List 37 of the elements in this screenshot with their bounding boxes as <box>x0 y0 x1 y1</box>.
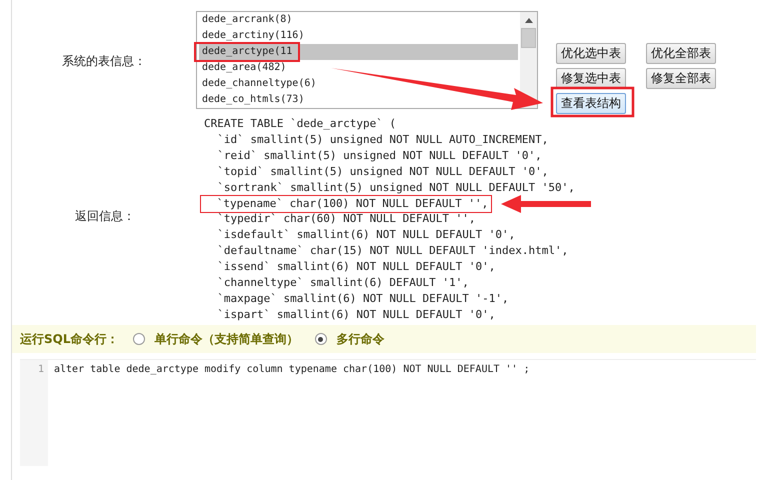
sql-line: `id` smallint(5) unsigned NOT NULL AUTO_INCREMENT, <box>216 134 548 146</box>
sql-line: `maxpage` smallint(6) NOT NULL DEFAULT '-1', <box>216 293 509 305</box>
sql-line: `defaultname` char(15) NOT NULL DEFAULT 'index.html', <box>216 245 568 257</box>
radio-button[interactable] <box>314 333 326 345</box>
sql-line: `topid` smallint(5) unsigned NOT NULL DEFAULT '0', <box>216 166 548 178</box>
sql-line: `typedir` char(60) NOT NULL DEFAULT '', <box>216 213 476 225</box>
table-list-item[interactable]: dede_channeltype(6) <box>199 76 316 92</box>
action-button[interactable]: 查看表结构 <box>556 93 626 114</box>
sql-editor[interactable]: 1 alter table dede_arctype modify column typename char(100) NOT NULL DEFAULT '' ; <box>20 359 756 466</box>
radio-button[interactable] <box>132 333 144 345</box>
radio-label[interactable]: 单行命令（支持简单查询） <box>154 330 298 348</box>
sql-line: `sortrank` smallint(5) unsigned NOT NULL DEFAULT '50', <box>216 182 575 194</box>
table-list-item[interactable]: dede_arctiny(116) <box>199 28 304 44</box>
table-list-item[interactable]: dede_arctype(11 <box>199 44 518 60</box>
table-list-item[interactable]: dede_co_htmls(73) <box>199 92 304 108</box>
sql-line: CREATE TABLE `dede_arctype` ( <box>204 118 396 130</box>
action-button[interactable]: 修复全部表 <box>646 68 716 89</box>
sql-line: `ispart` smallint(6) NOT NULL DEFAULT '0', <box>216 309 496 321</box>
scrollbar-thumb[interactable] <box>521 28 536 48</box>
line-number: 1 <box>36 364 44 374</box>
action-button[interactable]: 优化选中表 <box>556 43 626 64</box>
scroll-up-icon[interactable] <box>524 18 532 23</box>
table-list-item[interactable]: dede_arcrank(8) <box>199 12 292 28</box>
sql-line: `typename` char(100) NOT NULL DEFAULT '', <box>216 198 488 210</box>
table-list-item[interactable]: dede_area(482) <box>199 60 286 76</box>
sql-line: `isdefault` smallint(6) NOT NULL DEFAULT '0', <box>216 229 516 241</box>
sql-line: `channeltype` smallint(6) DEFAULT '1', <box>216 277 469 289</box>
field-label: 系统的表信息： <box>62 54 146 68</box>
field-label: 返回信息： <box>75 209 135 223</box>
bar-label: 运行SQL命令行： <box>20 330 118 348</box>
action-button[interactable]: 修复选中表 <box>556 68 626 89</box>
action-button[interactable]: 优化全部表 <box>646 43 716 64</box>
table-listbox[interactable]: dede_arcrank(8) dede_arctiny(116) dede_arctype(11 dede_area(482) dede_channeltype(6) dede_co_htmls(73) <box>196 11 538 109</box>
code-line: alter table dede_arctype modify column typename char(100) NOT NULL DEFAULT '' ; <box>54 364 530 374</box>
sql-line: `issend` smallint(6) NOT NULL DEFAULT '0', <box>216 261 496 273</box>
sql-line: `reid` smallint(5) unsigned NOT NULL DEFAULT '0', <box>216 150 542 162</box>
radio-label[interactable]: 多行命令 <box>336 330 384 348</box>
